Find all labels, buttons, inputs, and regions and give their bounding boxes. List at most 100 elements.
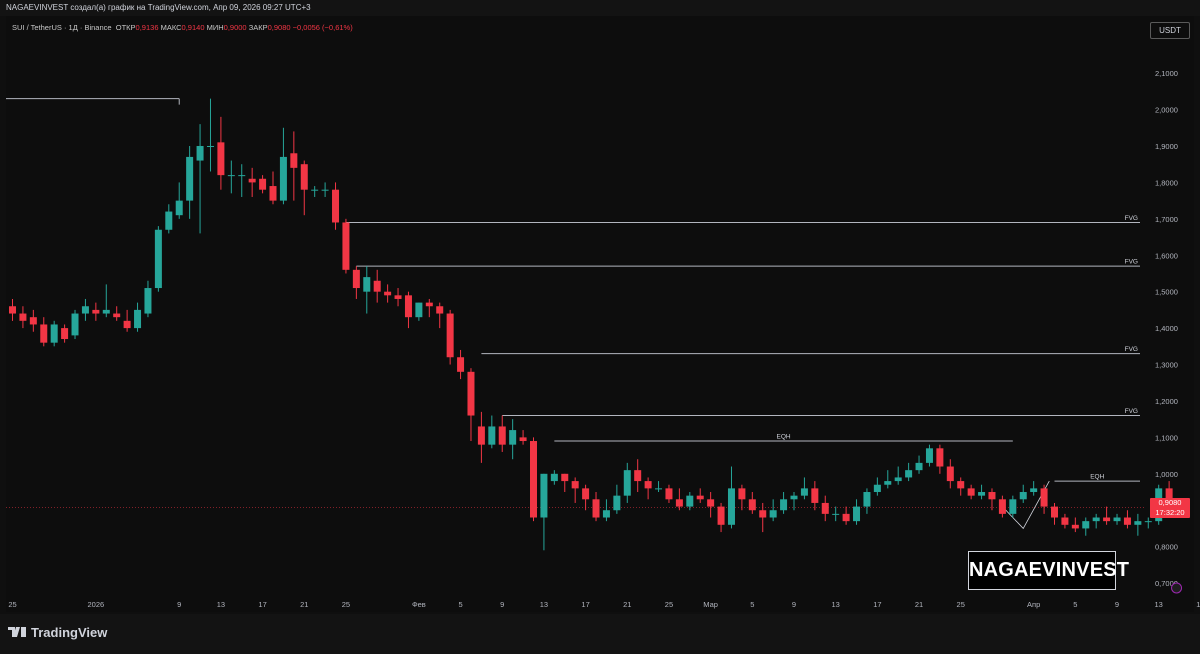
level-label: EQH bbox=[1090, 474, 1104, 481]
x-tick-label: 5 bbox=[1073, 600, 1077, 609]
candle-body bbox=[467, 371, 475, 416]
candle-body bbox=[863, 492, 871, 507]
author-watermark: NAGAEVINVEST bbox=[968, 551, 1129, 590]
candle-body bbox=[832, 513, 840, 515]
candle-body bbox=[655, 488, 663, 490]
candle-body bbox=[269, 186, 277, 201]
candle-body bbox=[457, 357, 465, 372]
candle-body bbox=[92, 309, 100, 314]
x-tick-label: 17 bbox=[581, 600, 589, 609]
candlestick-chart: 2,1000 2,0000 1,9000 1,8000 1,7000 1,6000 1,50… bbox=[6, 69, 1200, 609]
candle-body bbox=[29, 317, 37, 325]
x-tick-label: 13 bbox=[1155, 600, 1163, 609]
x-tick-label: 25 bbox=[8, 600, 16, 609]
candle-body bbox=[300, 164, 308, 190]
y-tick-label: 1,7000 bbox=[1155, 215, 1178, 224]
candle-body bbox=[1061, 517, 1069, 525]
candle-body bbox=[540, 473, 548, 518]
x-tick-label: Мар bbox=[703, 600, 718, 609]
candle-body bbox=[1092, 517, 1100, 522]
candle-body bbox=[113, 313, 121, 318]
candle-body bbox=[873, 484, 881, 493]
candle-body bbox=[404, 295, 412, 318]
candle-body bbox=[102, 309, 110, 314]
candle-body bbox=[561, 473, 569, 482]
x-tick-label: Апр bbox=[1027, 600, 1040, 609]
last-price-value: 0,9080 bbox=[1158, 498, 1182, 507]
candle-body bbox=[394, 295, 402, 299]
y-tick-label: 1,6000 bbox=[1155, 251, 1178, 260]
candle-body bbox=[613, 495, 621, 511]
x-tick-label: 13 bbox=[217, 600, 225, 609]
candle-body bbox=[1040, 488, 1048, 507]
candle-body bbox=[665, 488, 673, 500]
footer-bar bbox=[0, 614, 1200, 654]
candle-body bbox=[154, 229, 162, 289]
candle-body bbox=[9, 306, 16, 314]
candle-body bbox=[675, 499, 683, 507]
candle-body bbox=[748, 499, 756, 511]
candle-body bbox=[696, 495, 704, 500]
x-tick-label: 25 bbox=[342, 600, 350, 609]
candle-body bbox=[623, 470, 631, 496]
y-tick-label: 0,8000 bbox=[1155, 543, 1178, 552]
y-tick-label: 1,4000 bbox=[1155, 324, 1178, 333]
x-tick-label: 17 bbox=[873, 600, 881, 609]
candle-body bbox=[905, 470, 913, 478]
candle-body bbox=[217, 142, 225, 176]
y-tick-label: 2,1000 bbox=[1155, 69, 1178, 78]
candle-body bbox=[946, 466, 954, 482]
candle-body bbox=[550, 473, 558, 482]
candle-body bbox=[738, 488, 746, 500]
candle-body bbox=[384, 291, 392, 296]
candle-body bbox=[19, 313, 27, 321]
candle-body bbox=[957, 481, 965, 489]
x-tick-label: 25 bbox=[665, 600, 673, 609]
candle-body bbox=[81, 306, 89, 314]
candle-body bbox=[769, 510, 777, 518]
candle-body bbox=[582, 488, 590, 500]
last-price-tag: 0,9080 17:32:20 bbox=[1150, 498, 1190, 518]
x-tick-label: 9 bbox=[1115, 600, 1119, 609]
candle-body bbox=[759, 510, 767, 518]
x-tick-label: 13 bbox=[540, 600, 548, 609]
candle-body bbox=[196, 145, 204, 161]
candle-body bbox=[571, 481, 579, 489]
candle-body bbox=[707, 499, 715, 507]
candle-body bbox=[498, 426, 506, 445]
candle-body bbox=[436, 306, 444, 314]
candle-body bbox=[1113, 517, 1121, 522]
candle-body bbox=[1082, 521, 1090, 529]
level-label: EQH bbox=[777, 434, 791, 441]
candle-body bbox=[811, 488, 819, 503]
candle-body bbox=[259, 178, 267, 190]
candle-body bbox=[186, 156, 194, 201]
candle-body bbox=[61, 328, 69, 340]
level-label: FVG bbox=[1125, 259, 1138, 266]
candle-body bbox=[206, 145, 214, 147]
level-label: FVG bbox=[1125, 408, 1138, 415]
x-tick-label: 2026 bbox=[88, 600, 105, 609]
candle-body bbox=[477, 426, 485, 445]
x-tick-label: 5 bbox=[750, 600, 754, 609]
candle-body bbox=[311, 189, 319, 191]
candle-body bbox=[332, 189, 340, 223]
candle-body bbox=[602, 510, 610, 518]
x-tick-label: 9 bbox=[500, 600, 504, 609]
candle-body bbox=[321, 189, 329, 191]
bar-countdown: 17:32:20 bbox=[1155, 508, 1185, 517]
candle-body bbox=[1071, 524, 1079, 529]
x-tick-label: 9 bbox=[177, 600, 181, 609]
candle-body bbox=[509, 430, 517, 445]
candle-body bbox=[1051, 506, 1058, 518]
candle-body bbox=[978, 492, 986, 496]
candle-body bbox=[925, 448, 933, 463]
tradingview-logo[interactable]: TradingView bbox=[8, 625, 107, 640]
candle-body bbox=[279, 156, 287, 201]
y-tick-label: 1,2000 bbox=[1155, 397, 1178, 406]
candle-body bbox=[967, 488, 975, 496]
candle-body bbox=[884, 481, 892, 485]
candle-body bbox=[248, 178, 256, 183]
x-tick-label: 21 bbox=[300, 600, 308, 609]
candle-body bbox=[717, 506, 725, 525]
